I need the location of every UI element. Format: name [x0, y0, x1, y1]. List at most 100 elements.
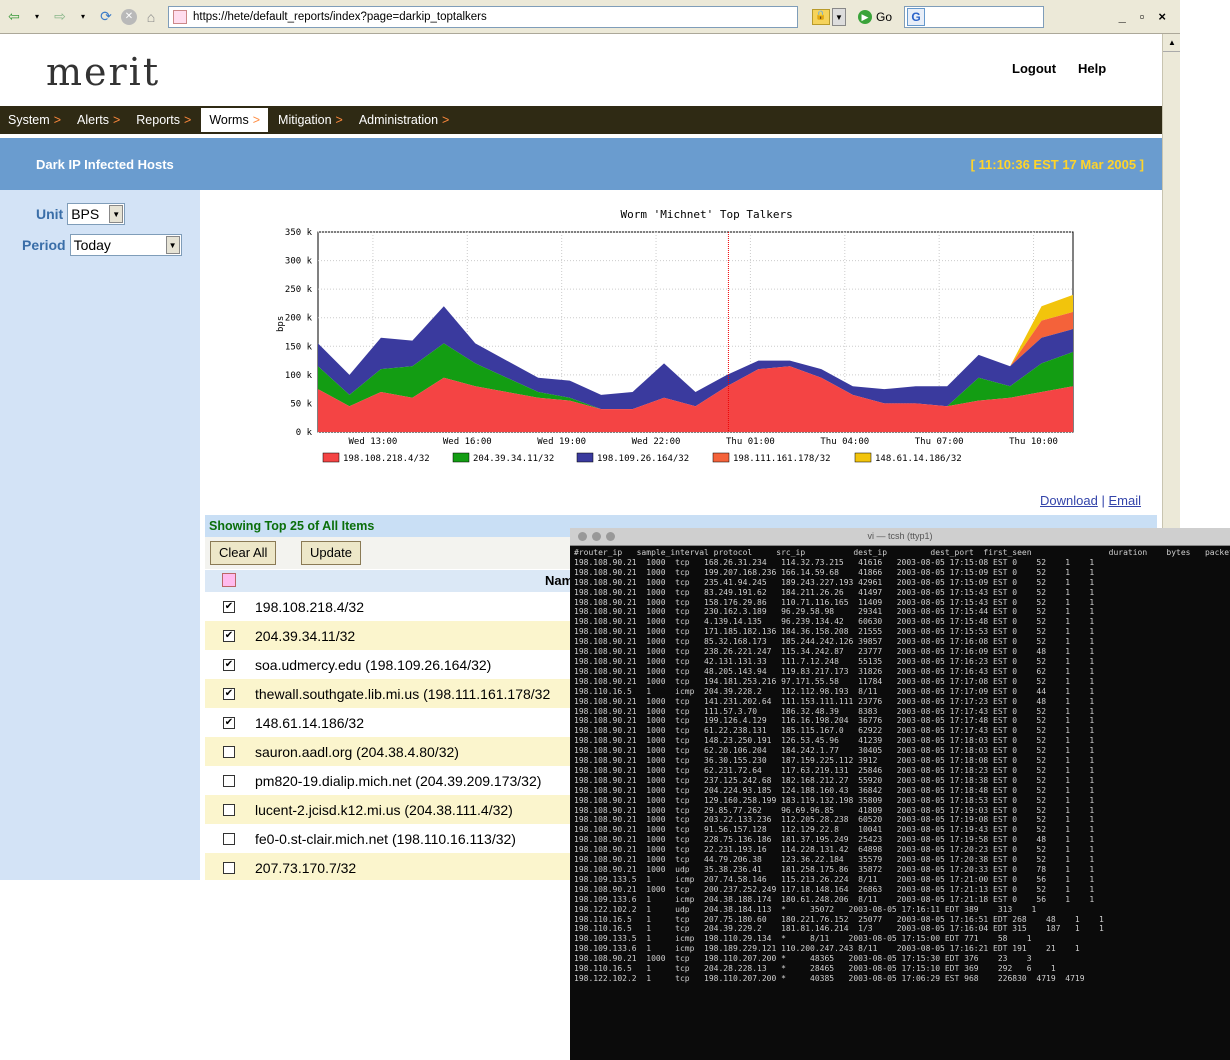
- host-name[interactable]: 198.108.218.4/32: [255, 599, 364, 615]
- legend-swatch: [712, 452, 730, 463]
- row-checkbox[interactable]: [223, 774, 235, 787]
- url-dropdown-icon[interactable]: ▼: [832, 7, 846, 26]
- nav-item-system[interactable]: System >: [0, 106, 69, 134]
- nav-item-administration[interactable]: Administration >: [351, 106, 458, 134]
- merit-logo: merit: [46, 50, 161, 94]
- host-name[interactable]: soa.udmercy.edu (198.109.26.164/32): [255, 657, 491, 673]
- legend-swatch: [452, 452, 470, 463]
- x-tick-label: Thu 01:00: [726, 437, 775, 447]
- go-button[interactable]: ▶ Go: [858, 9, 893, 24]
- chevron-right-icon: >: [335, 113, 343, 127]
- terminal-line: 198.109.133.5 1 icmp 207.74.58.146 115.2…: [574, 874, 1095, 884]
- row-checkbox[interactable]: ✔: [223, 716, 235, 729]
- host-name[interactable]: 204.39.34.11/32: [255, 628, 355, 644]
- update-button[interactable]: Update: [301, 541, 361, 565]
- host-name[interactable]: lucent-2.jcisd.k12.mi.us (204.38.111.4/3…: [255, 802, 513, 818]
- unit-label: Unit: [36, 206, 64, 222]
- search-box[interactable]: G: [904, 5, 1045, 28]
- nav-label: Administration: [358, 113, 439, 127]
- scroll-up-icon[interactable]: ▲: [1163, 34, 1180, 52]
- page-title: Dark IP Infected Hosts: [36, 156, 174, 172]
- terminal-titlebar: vi — tcsh (ttyp1): [570, 528, 1230, 546]
- row-checkbox[interactable]: ✔: [223, 629, 235, 642]
- close-button[interactable]: ×: [1158, 9, 1166, 24]
- terminal-line: 198.108.90.21 1000 tcp 199.207.168.236 1…: [574, 567, 1095, 577]
- url-bar[interactable]: https://hete/default_reports/index?page=…: [168, 5, 798, 28]
- nav-label: Reports: [136, 113, 181, 127]
- y-tick-label: 350 k: [285, 228, 313, 238]
- terminal-line: 198.108.90.21 1000 tcp 42.131.131.33 111…: [574, 656, 1095, 666]
- terminal-line: 198.122.102.2 1 udp 204.38.184.113 * 350…: [574, 904, 1037, 914]
- stop-icon[interactable]: ✕: [121, 8, 137, 25]
- nav-item-reports[interactable]: Reports >: [128, 106, 199, 134]
- terminal-line: 198.108.90.21 1000 tcp 129.160.258.199 1…: [574, 795, 1095, 805]
- terminal-line: 198.108.90.21 1000 tcp 237.125.242.68 18…: [574, 775, 1095, 785]
- period-label: Period: [22, 237, 66, 253]
- logout-link[interactable]: Logout: [1012, 61, 1056, 76]
- period-control: Period Today ▼: [22, 234, 182, 256]
- back-arrow-icon[interactable]: ⇦: [5, 8, 23, 26]
- row-checkbox[interactable]: [223, 861, 235, 874]
- host-name[interactable]: pm820-19.dialip.mich.net (204.39.209.173…: [255, 773, 541, 789]
- download-link[interactable]: Download: [1040, 493, 1098, 508]
- chevron-right-icon: >: [112, 113, 121, 127]
- name-column-header[interactable]: Nam: [545, 573, 573, 588]
- host-name[interactable]: fe0-0.st-clair.mich.net (198.110.16.113/…: [255, 831, 516, 847]
- x-tick-label: Thu 07:00: [915, 437, 964, 447]
- terminal-line: 198.108.90.21 1000 tcp 230.162.3.189 96.…: [574, 607, 1095, 617]
- email-link[interactable]: Email: [1108, 493, 1141, 508]
- x-tick-label: Thu 10:00: [1009, 437, 1058, 447]
- forward-dropdown-icon[interactable]: ▾: [74, 8, 92, 26]
- host-name[interactable]: 148.61.14.186/32: [255, 715, 364, 731]
- nav-label: System: [8, 113, 50, 127]
- x-tick-label: Wed 19:00: [537, 437, 586, 447]
- row-checkbox[interactable]: ✔: [223, 600, 235, 613]
- restore-button[interactable]: ▫: [1140, 9, 1145, 24]
- nav-item-worms[interactable]: Worms >: [201, 108, 269, 132]
- row-checkbox[interactable]: ✔: [223, 687, 235, 700]
- reload-icon[interactable]: ⟳: [97, 8, 115, 26]
- browser-toolbar: ⇦ ▾ ⇨ ▾ ⟳ ✕ ⌂ https://hete/default_repor…: [0, 0, 1180, 34]
- clear-all-button[interactable]: Clear All: [210, 541, 277, 565]
- terminal-line: 198.108.90.21 1000 tcp 91.56.157.128 112…: [574, 825, 1095, 835]
- period-select[interactable]: Today ▼: [69, 234, 182, 256]
- terminal-line: 198.108.90.21 1000 tcp 29.85.77.262 96.6…: [574, 805, 1095, 815]
- terminal-line: 198.108.90.21 1000 tcp 198.110.207.200 *…: [574, 954, 1032, 964]
- back-dropdown-icon[interactable]: ▾: [28, 8, 46, 26]
- forward-arrow-icon[interactable]: ⇨: [51, 8, 69, 26]
- help-link[interactable]: Help: [1078, 61, 1106, 76]
- terminal-line: 198.108.90.21 1000 tcp 44.79.206.38 123.…: [574, 855, 1095, 865]
- nav-label: Mitigation: [278, 113, 332, 127]
- nav-label: Alerts: [77, 113, 109, 127]
- row-checkbox[interactable]: ✔: [223, 658, 235, 671]
- x-tick-label: Thu 04:00: [820, 437, 869, 447]
- page-banner: Dark IP Infected Hosts [ 11:10:36 EST 17…: [0, 138, 1162, 190]
- host-name[interactable]: sauron.aadl.org (204.38.4.80/32): [255, 744, 459, 760]
- terminal-line: 198.108.90.21 1000 tcp 194.181.253.216 9…: [574, 676, 1095, 686]
- host-name[interactable]: thewall.southgate.lib.mi.us (198.111.161…: [255, 686, 550, 702]
- row-checkbox[interactable]: [223, 832, 235, 845]
- x-tick-label: Wed 13:00: [349, 437, 398, 447]
- row-checkbox[interactable]: [223, 803, 235, 816]
- terminal-output[interactable]: #router_ip sample_interval protocol src_…: [570, 546, 1230, 986]
- go-label: Go: [876, 9, 893, 24]
- terminal-line: 198.108.90.21 1000 tcp 61.22.238.131 185…: [574, 726, 1095, 736]
- unit-select[interactable]: BPS ▼: [67, 203, 126, 225]
- nav-item-alerts[interactable]: Alerts >: [69, 106, 128, 134]
- terminal-line: 198.109.133.6 1 icmp 198.189.229.121 110…: [574, 944, 1080, 954]
- legend-label: 148.61.14.186/32: [875, 454, 962, 464]
- lock-icon[interactable]: 🔒: [812, 8, 830, 25]
- host-name[interactable]: 207.73.170.7/32: [255, 860, 356, 876]
- home-icon[interactable]: ⌂: [142, 8, 160, 26]
- terminal-line: 198.108.90.21 1000 tcp 168.26.31.234 114…: [574, 557, 1095, 567]
- terminal-line: 198.108.90.21 1000 tcp 22.231.193.16 114…: [574, 845, 1095, 855]
- terminal-line: 198.108.90.21 1000 tcp 141.231.202.64 11…: [574, 696, 1095, 706]
- graph-icon[interactable]: [222, 573, 236, 587]
- chevron-right-icon: >: [442, 113, 450, 127]
- nav-item-mitigation[interactable]: Mitigation >: [270, 106, 351, 134]
- minimize-button[interactable]: _: [1119, 9, 1126, 24]
- period-value: Today: [73, 237, 111, 253]
- row-checkbox[interactable]: [223, 745, 235, 758]
- page-favicon-icon: [173, 9, 187, 24]
- y-tick-label: 50 k: [290, 399, 312, 409]
